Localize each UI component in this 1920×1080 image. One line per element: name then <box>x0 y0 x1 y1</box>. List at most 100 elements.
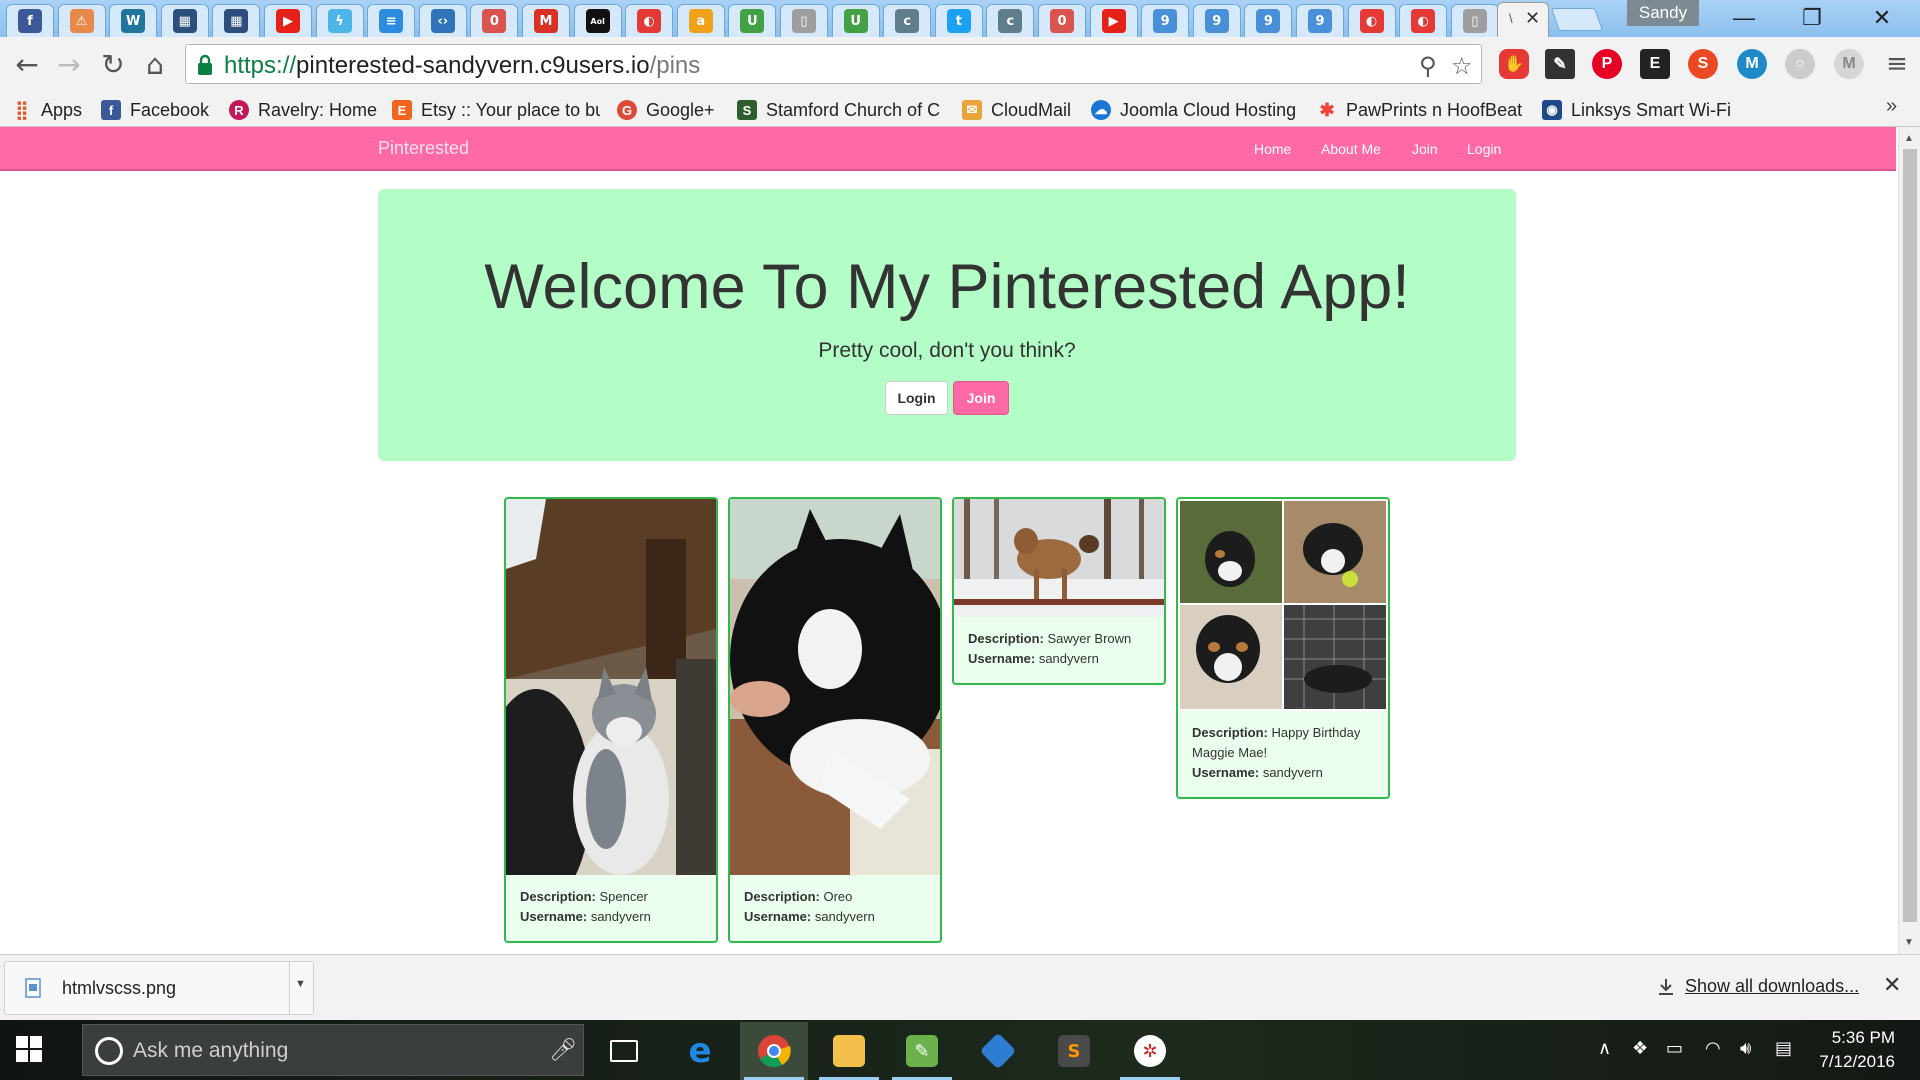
more-bookmarks-chevron-icon[interactable]: » <box>1886 95 1897 118</box>
browser-tab[interactable]: ▶ <box>264 4 312 37</box>
new-tab-button[interactable] <box>1550 8 1604 31</box>
bookmark-ravelry[interactable]: R Ravelry: Home <box>229 98 377 122</box>
browser-tab[interactable]: ≡ <box>367 4 416 37</box>
taskbar-git-app[interactable] <box>964 1022 1032 1080</box>
browser-tab[interactable]: ▯ <box>780 4 828 37</box>
clock-date[interactable]: 7/12/2016 <box>1808 1052 1895 1072</box>
nav-join[interactable]: Join <box>1412 141 1438 157</box>
pin-card[interactable]: Description: Spencer Username: sandyvern <box>504 497 718 943</box>
tray-chevron-icon[interactable]: ∧ <box>1598 1038 1611 1059</box>
browser-tab[interactable]: a <box>676 4 725 37</box>
bookmark-star-icon[interactable]: ☆ <box>1451 52 1473 80</box>
bookmark-etsy[interactable]: E Etsy :: Your place to bu <box>392 98 600 122</box>
taskbar-sublime[interactable]: S <box>1040 1022 1108 1080</box>
page-scrollbar[interactable]: ▲ ▼ <box>1898 127 1920 954</box>
bookmark-linksys[interactable]: ◉ Linksys Smart Wi-Fi <box>1542 98 1731 122</box>
pin-image-maggie-mae[interactable] <box>1178 499 1388 711</box>
windows-start-icon[interactable] <box>16 1036 42 1062</box>
minimize-button[interactable]: — <box>1716 2 1772 34</box>
chrome-menu-button[interactable]: ≡ <box>1880 47 1914 81</box>
download-options-caret-icon[interactable]: ▼ <box>295 978 306 990</box>
pin-card[interactable]: Description: Oreo Username: sandyvern <box>728 497 942 943</box>
browser-tab[interactable]: Aol <box>573 4 622 37</box>
pin-card[interactable]: Description: Happy Birthday Maggie Mae! … <box>1176 497 1390 799</box>
browser-tab[interactable]: ▦ <box>160 4 209 37</box>
browser-tab[interactable]: 9 <box>1192 4 1241 37</box>
scroll-thumb[interactable] <box>1903 149 1917 922</box>
browser-tab[interactable]: ϟ <box>315 4 364 37</box>
bookmark-cloudmail[interactable]: ✉ CloudMail <box>962 98 1071 122</box>
browser-tab[interactable]: W <box>109 4 158 37</box>
browser-tab[interactable]: c <box>883 4 932 37</box>
browser-tab[interactable]: 9 <box>1141 4 1190 37</box>
action-center-icon[interactable]: ▤ <box>1775 1038 1792 1059</box>
browser-tab[interactable]: f <box>6 4 54 37</box>
evernote-extension-icon[interactable]: E <box>1640 49 1670 79</box>
jumbotron-join-button[interactable]: Join <box>953 381 1009 415</box>
microphone-icon[interactable]: 🎤︎ <box>549 1037 577 1063</box>
browser-tab[interactable]: 9 <box>1296 4 1344 37</box>
task-view-button[interactable] <box>590 1022 658 1080</box>
taskbar-file-explorer[interactable] <box>815 1022 883 1080</box>
browser-tab[interactable]: M <box>522 4 570 37</box>
browser-tab[interactable]: U <box>831 4 880 37</box>
bookmark-stamford-church[interactable]: S Stamford Church of C <box>737 98 943 122</box>
download-item[interactable]: htmlvscss.png ▼ <box>4 961 314 1015</box>
pin-image-oreo[interactable] <box>730 499 940 875</box>
browser-tab[interactable]: ▯ <box>1450 4 1499 37</box>
browser-tab[interactable]: 9 <box>1244 4 1293 37</box>
active-tab[interactable]: \ ✕ <box>1497 2 1549 37</box>
bookmark-facebook[interactable]: f Facebook <box>101 98 209 122</box>
jumbotron-login-button[interactable]: Login <box>885 381 948 415</box>
extension-icon[interactable]: ○ <box>1785 49 1815 79</box>
scroll-down-icon[interactable]: ▼ <box>1904 937 1914 948</box>
reload-button[interactable]: ↻ <box>96 47 130 81</box>
show-all-downloads-link[interactable]: Show all downloads... <box>1685 976 1859 997</box>
browser-tab[interactable]: U <box>728 4 777 37</box>
adblock-extension-icon[interactable]: ✋ <box>1499 49 1529 79</box>
site-brand[interactable]: Pinterested <box>378 138 469 159</box>
nav-about-me[interactable]: About Me <box>1321 141 1381 157</box>
restore-button[interactable]: ❐ <box>1784 2 1840 34</box>
home-button[interactable]: ⌂ <box>138 47 172 81</box>
browser-tab[interactable]: t <box>934 4 983 37</box>
pin-card[interactable]: Description: Sawyer Brown Username: sand… <box>952 497 1166 685</box>
browser-tab[interactable]: ◐ <box>625 4 674 37</box>
dropbox-icon[interactable]: ❖ <box>1632 1038 1648 1059</box>
battery-icon[interactable]: ▭ <box>1666 1038 1683 1059</box>
m-grey-extension-icon[interactable]: M <box>1834 49 1864 79</box>
forward-button[interactable]: → <box>52 47 86 81</box>
browser-tab[interactable]: 0 <box>470 4 519 37</box>
browser-tab[interactable]: ◐ <box>1347 4 1396 37</box>
cortana-search-box[interactable]: Ask me anything 🎤︎ <box>82 1024 584 1076</box>
pin-image-sawyer-brown[interactable] <box>954 499 1164 617</box>
bookmark-apps[interactable]: ⣿ Apps <box>12 98 82 122</box>
browser-tab[interactable]: ‹› <box>418 4 467 37</box>
browser-tab[interactable]: ⚠ <box>57 4 106 37</box>
back-button[interactable]: ← <box>10 47 44 81</box>
zoom-search-icon[interactable]: ⚲ <box>1419 52 1437 80</box>
taskbar-edge[interactable]: e <box>666 1022 734 1080</box>
wifi-tray-icon[interactable]: ◠ <box>1705 1038 1721 1059</box>
nav-login[interactable]: Login <box>1467 141 1501 157</box>
nav-home[interactable]: Home <box>1254 141 1291 157</box>
pinterest-extension-icon[interactable]: P <box>1592 49 1622 79</box>
taskbar-chrome[interactable] <box>740 1022 808 1080</box>
browser-tab[interactable]: 0 <box>1038 4 1086 37</box>
stumbleupon-extension-icon[interactable]: S <box>1688 49 1718 79</box>
volume-icon[interactable]: 🔊︎ <box>1740 1038 1751 1059</box>
close-window-button[interactable]: ✕ <box>1854 2 1910 34</box>
bookmark-google-plus[interactable]: G Google+ <box>617 98 715 122</box>
pin-image-spencer[interactable] <box>506 499 716 875</box>
bookmark-joomla-cloud[interactable]: ☁ Joomla Cloud Hosting <box>1091 98 1301 122</box>
bookmark-pawprints[interactable]: ✱ PawPrints n HoofBeat <box>1317 98 1523 122</box>
taskbar-image-app[interactable]: ✎ <box>888 1022 956 1080</box>
close-download-shelf-icon[interactable]: ✕ <box>1883 972 1901 998</box>
browser-tab[interactable]: ▶ <box>1089 4 1138 37</box>
m-extension-icon[interactable]: M <box>1737 49 1767 79</box>
profile-button[interactable]: Sandy <box>1627 0 1699 26</box>
scroll-up-icon[interactable]: ▲ <box>1904 133 1914 144</box>
taskbar-app-badge[interactable]: ✲ <box>1116 1022 1184 1080</box>
address-bar[interactable]: https://pinterested-sandyvern.c9users.io… <box>185 44 1482 84</box>
close-tab-icon[interactable]: ✕ <box>1525 8 1540 29</box>
